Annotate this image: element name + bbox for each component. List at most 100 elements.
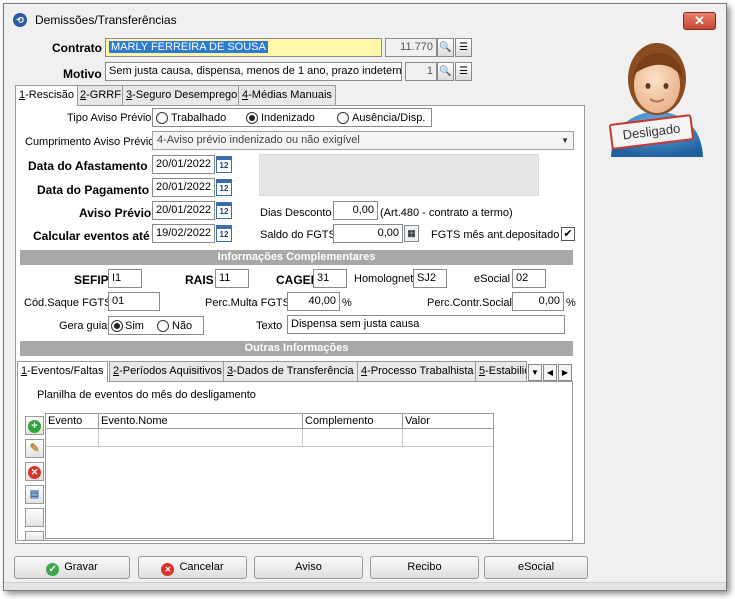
column-header-evento-nome[interactable]: Evento.Nome <box>99 414 303 429</box>
tab-periodos-aquisitivos[interactable]: 2-Períodos Aquisitivos <box>109 361 226 381</box>
more-tool-button[interactable] <box>25 531 44 541</box>
tab-label: -Seguro Desemprego <box>132 89 238 101</box>
tab-eventos-faltas[interactable]: 1-Eventos/Faltas <box>17 361 108 382</box>
gravar-button[interactable]: ✓ Gravar <box>14 556 130 579</box>
radio-trabalhado-label: Trabalhado <box>171 112 227 124</box>
column-header-evento[interactable]: Evento <box>46 414 99 429</box>
cancelar-label: Cancelar <box>179 561 224 573</box>
motivo-search-icon[interactable]: 🔍 <box>437 62 454 81</box>
calculator-icon[interactable]: ▦ <box>404 225 419 242</box>
perc-contr-input[interactable]: 0,00 <box>512 292 564 311</box>
saldo-fgts-input[interactable]: 0,00 <box>333 224 403 243</box>
tab-grrf[interactable]: 2-GRRF <box>76 85 125 105</box>
perc-multa-input[interactable]: 40,00 <box>287 292 340 311</box>
contrato-search-icon[interactable]: 🔍 <box>437 38 454 57</box>
eventos-grid[interactable]: Evento Evento.Nome Complemento Valor <box>45 413 494 539</box>
complementares-header: Informações Complementares <box>20 250 573 265</box>
tab-dados-transferencia[interactable]: 3-Dados de Transferência <box>223 361 358 381</box>
calendar-icon[interactable]: 12 <box>216 179 232 196</box>
fgts-mes-label: FGTS mês ant.depositado <box>431 229 560 241</box>
radio-ausencia[interactable] <box>337 112 349 124</box>
cumprimento-select[interactable]: 4-Aviso prévio indenizado ou não exigíve… <box>152 131 574 150</box>
cancelar-button[interactable]: ✕ Cancelar <box>138 556 247 579</box>
sefip-input[interactable]: I1 <box>108 269 142 288</box>
plus-icon: + <box>28 420 41 433</box>
calcular-eventos-input[interactable]: 19/02/2022 <box>152 224 215 243</box>
esocial-button[interactable]: eSocial <box>484 556 588 579</box>
radio-nao-label: Não <box>172 320 193 332</box>
tab-scroll-left-icon[interactable]: ◀ <box>543 364 557 381</box>
homolognet-label: Homolognet <box>354 273 414 285</box>
cod-saque-label: Cód.Saque FGTS <box>24 297 112 309</box>
tab-medias-manuais[interactable]: 4-Médias Manuais <box>238 85 336 105</box>
gera-guia-label: Gera guia <box>59 320 108 332</box>
esocial-input[interactable]: 02 <box>512 269 546 288</box>
chevron-down-icon: ▼ <box>561 136 569 145</box>
motivo-label: Motivo <box>63 67 102 81</box>
tab-scroll-right-icon[interactable]: ▶ <box>558 364 572 381</box>
calendar-icon[interactable]: 12 <box>216 156 232 173</box>
radio-indenizado-label: Indenizado <box>261 112 315 124</box>
tab-rescisao[interactable]: 1-Rescisão <box>15 85 79 106</box>
tab-processo-trabalhista[interactable]: 4-Processo Trabalhista <box>357 361 478 381</box>
radio-ausencia-label: Ausência/Disp. <box>352 112 426 124</box>
edit-event-button[interactable]: ✎ <box>25 439 44 458</box>
tab-label: -Rescisão <box>25 89 75 101</box>
recibo-button[interactable]: Recibo <box>370 556 479 579</box>
tab-label: -Eventos/Faltas <box>27 365 104 377</box>
radio-trabalhado[interactable] <box>156 112 168 124</box>
caged-input[interactable]: 31 <box>313 269 347 288</box>
tab-dropdown-icon[interactable]: ▼ <box>528 364 542 381</box>
dias-desconto-input[interactable]: 0,00 <box>333 201 378 220</box>
tab-estabilidade[interactable]: 5-Estabilid <box>475 361 527 381</box>
calendar-icon[interactable]: 12 <box>216 202 232 219</box>
data-afastamento-label: Data do Afastamento <box>28 159 148 173</box>
radio-sim[interactable] <box>111 320 123 332</box>
window-title: Demissões/Transferências <box>35 13 177 27</box>
status-bar <box>4 582 726 590</box>
cod-saque-input[interactable]: 01 <box>108 292 160 311</box>
perc-contr-label: Perc.Contr.Social <box>427 297 512 309</box>
copy-event-button[interactable]: ▤ <box>25 485 44 504</box>
cancel-icon: ✕ <box>161 563 175 576</box>
delete-event-button[interactable]: ✕ <box>25 462 44 481</box>
aviso-previo-label: Aviso Prévio <box>79 206 152 220</box>
homolognet-input[interactable]: SJ2 <box>413 269 447 288</box>
table-row[interactable] <box>403 429 493 447</box>
table-row[interactable] <box>303 429 403 447</box>
blank-tool-button[interactable] <box>25 508 44 527</box>
motivo-list-icon[interactable]: ☰ <box>455 62 472 81</box>
data-pagamento-input[interactable]: 20/01/2022 <box>152 178 215 197</box>
table-row[interactable] <box>99 429 303 447</box>
motivo-code[interactable]: 1 <box>405 62 437 81</box>
aviso-previo-input[interactable]: 20/01/2022 <box>152 201 215 220</box>
contrato-list-icon[interactable]: ☰ <box>455 38 472 57</box>
rais-input[interactable]: 11 <box>215 269 249 288</box>
tab-label: -Estabilid <box>485 365 527 377</box>
contrato-code[interactable]: 11.770 <box>385 38 437 57</box>
aviso-button[interactable]: Aviso <box>254 556 363 579</box>
tab-label: -GRRF <box>86 89 121 101</box>
percent-sign: % <box>566 297 576 309</box>
cumprimento-value: 4-Aviso prévio indenizado ou não exigíve… <box>157 134 360 146</box>
fgts-mes-checkbox[interactable]: ✔ <box>561 227 575 241</box>
data-afastamento-input[interactable]: 20/01/2022 <box>152 155 215 174</box>
pencil-icon: ✎ <box>29 441 40 455</box>
radio-nao[interactable] <box>157 320 169 332</box>
add-event-button[interactable]: + <box>25 416 44 435</box>
contrato-field[interactable]: MARLY FERREIRA DE SOUSA <box>105 38 382 57</box>
radio-indenizado[interactable] <box>246 112 258 124</box>
gravar-label: Gravar <box>64 561 98 573</box>
calendar-icon[interactable]: 12 <box>216 225 232 242</box>
texto-input[interactable]: Dispensa sem justa causa <box>287 315 565 334</box>
delete-icon: ✕ <box>28 466 41 479</box>
tab-label: -Processo Trabalhista <box>367 365 474 377</box>
column-header-complemento[interactable]: Complemento <box>303 414 403 429</box>
motivo-field[interactable]: Sem justa causa, dispensa, menos de 1 an… <box>105 62 402 81</box>
column-header-valor[interactable]: Valor <box>403 414 493 429</box>
table-row[interactable] <box>46 429 99 447</box>
close-button[interactable]: ✕ <box>683 12 716 30</box>
texto-label: Texto <box>256 320 283 332</box>
saldo-fgts-label: Saldo do FGTS <box>260 229 336 241</box>
tab-seguro-desemprego[interactable]: 3-Seguro Desemprego <box>122 85 242 105</box>
